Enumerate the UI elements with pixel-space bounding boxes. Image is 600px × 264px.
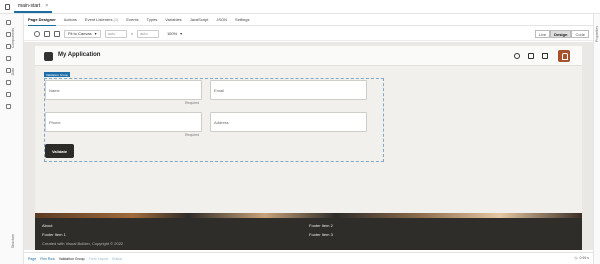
app-logo-icon	[44, 52, 53, 61]
phone-field[interactable]: Phone	[45, 112, 202, 132]
fit-to-canvas-select[interactable]: Fit to Canvas ▾	[64, 29, 101, 38]
phone-required-hint: Required	[185, 133, 200, 137]
left-rail: Components Data Structure	[0, 14, 24, 264]
name-required-hint: Required	[185, 101, 200, 105]
breadcrumb-validation-group[interactable]: Validation Group	[59, 257, 85, 261]
breadcrumb-page[interactable]: Page	[28, 257, 36, 261]
right-rail: Properties	[593, 14, 600, 264]
validation-group-label[interactable]: Validation Group	[44, 72, 71, 77]
tab-label: Event Listeners	[84, 17, 113, 22]
tab-types[interactable]: Types	[147, 14, 158, 26]
breadcrumb-flex-row[interactable]: Flex Row	[40, 257, 55, 261]
close-icon[interactable]: ×	[45, 3, 48, 9]
properties-rail-label[interactable]: Properties	[595, 26, 599, 42]
tab-label: Events	[126, 17, 139, 22]
tab-label: JSON	[216, 17, 228, 22]
width-input[interactable]: auto	[104, 29, 127, 38]
chevron-down-icon: ▾	[94, 31, 97, 36]
times-separator: ×	[130, 31, 133, 36]
email-field[interactable]: Email	[210, 80, 367, 100]
thumbs-up-icon[interactable]	[528, 53, 534, 59]
tab-json[interactable]: JSON	[216, 14, 227, 26]
tab-settings[interactable]: Settings	[235, 14, 249, 26]
structure-rail-label[interactable]: Structure	[11, 234, 15, 248]
tab-events[interactable]: Events	[126, 14, 138, 26]
tab-label: Page Designer	[28, 16, 56, 22]
mode-code-button[interactable]: Code	[571, 30, 589, 38]
app-preview: My Application Validation Group Name Req…	[35, 46, 582, 250]
document-icon	[5, 4, 10, 10]
tab-label: JavaScript	[189, 17, 209, 22]
data-rail-label[interactable]: Data	[11, 68, 15, 75]
gear-icon[interactable]	[514, 53, 520, 59]
avatar[interactable]	[558, 50, 570, 62]
code-icon[interactable]	[6, 104, 11, 109]
footer-link-item-1[interactable]: Footer Item 1	[42, 232, 66, 237]
file-tab-label: main-start	[18, 3, 41, 9]
phone-field-label: Phone	[49, 120, 61, 125]
breadcrumb-button[interactable]: Button	[112, 257, 122, 261]
person-icon[interactable]	[54, 30, 60, 37]
mode-live-button[interactable]: Live	[534, 30, 551, 38]
footer-copyright: Created with Visual Builder, Copyright ©…	[42, 241, 124, 246]
footer-link-about[interactable]: About	[42, 223, 52, 228]
top-bar: main-start ×	[0, 0, 600, 14]
refresh-icon[interactable]	[34, 30, 40, 37]
footer-link-item-2[interactable]: Footer Item 2	[309, 223, 333, 228]
app-header: My Application	[35, 46, 582, 66]
tab-variables[interactable]: Variables	[165, 14, 181, 26]
address-field[interactable]: Address	[210, 112, 367, 132]
designer-toolbar: Fit to Canvas ▾ auto × auto 100% ▾ Live …	[24, 27, 593, 41]
bookmark-icon[interactable]	[542, 53, 548, 59]
tab-label: Variables	[165, 17, 182, 22]
fit-to-canvas-value: Fit to Canvas	[68, 31, 92, 36]
tab-javascript[interactable]: JavaScript	[190, 14, 209, 26]
tab-actions[interactable]: Actions	[64, 14, 77, 26]
tab-count: (1)	[113, 17, 119, 22]
components-rail-label[interactable]: Components	[11, 28, 15, 48]
file-tab-main-start[interactable]: main-start ×	[14, 1, 53, 13]
zoom-select[interactable]: 100% ▾	[167, 31, 182, 36]
tab-page-designer[interactable]: Page Designer	[28, 14, 56, 26]
mode-design-button[interactable]: Design	[550, 30, 572, 38]
footer-link-item-3[interactable]: Footer Item 3	[309, 232, 333, 237]
zoom-value: 100%	[166, 31, 178, 36]
components-icon[interactable]	[6, 20, 11, 25]
validate-button[interactable]: Validate	[45, 144, 74, 158]
settings-icon[interactable]	[6, 56, 11, 61]
grid-icon[interactable]	[6, 92, 11, 97]
email-field-label: Email	[214, 88, 225, 93]
tab-label: Actions	[63, 17, 77, 22]
name-field[interactable]: Name	[45, 80, 202, 100]
device-frame-icon[interactable]	[44, 30, 50, 37]
tab-event-listeners[interactable]: Event Listeners (1)	[85, 14, 118, 26]
status-value: 0.99 s	[579, 256, 589, 260]
app-footer: About Footer Item 1 Created with Visual …	[35, 218, 582, 250]
tab-label: Types	[146, 17, 158, 22]
tab-label: Settings	[235, 17, 250, 22]
clock-icon: ◷	[574, 256, 578, 260]
height-input[interactable]: auto	[136, 29, 159, 38]
designer-tabs: Page Designer Actions Event Listeners (1)…	[24, 14, 593, 26]
flow-icon[interactable]	[6, 80, 11, 85]
design-canvas: My Application Validation Group Name Req…	[24, 42, 593, 250]
app-title: My Application	[58, 52, 101, 58]
breadcrumb-form-layout[interactable]: Form Layout	[89, 257, 109, 261]
address-field-label: Address	[214, 120, 229, 125]
name-field-label: Name	[49, 88, 60, 93]
breadcrumb: Page Flex Row Validation Group Form Layo…	[24, 252, 593, 264]
view-mode-toggle: Live Design Code	[534, 30, 589, 38]
chevron-down-icon: ▾	[180, 31, 183, 36]
status-indicator: ◷ 0.99 s	[574, 256, 589, 260]
